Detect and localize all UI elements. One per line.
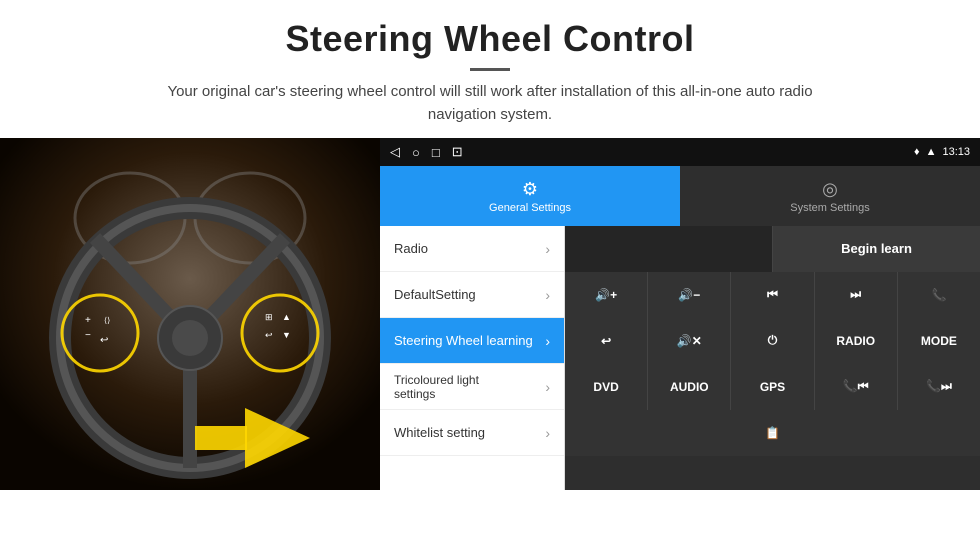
begin-learn-button[interactable]: Begin learn	[773, 226, 980, 272]
system-settings-icon: ◎	[822, 179, 838, 200]
extra-button[interactable]: 📋	[565, 410, 980, 456]
volume-up-button[interactable]: 🔊+	[565, 272, 648, 318]
svg-text:↩: ↩	[100, 335, 108, 346]
tab-system-label: System Settings	[790, 202, 869, 214]
mute-button[interactable]: 🔊✕	[648, 318, 731, 364]
tel-prev-icon: 📞⏮	[843, 379, 869, 394]
phone-icon: 📞	[931, 288, 946, 302]
next-track-icon: ⏭	[850, 287, 861, 302]
menu-item-radio[interactable]: Radio ›	[380, 226, 564, 272]
menu-default-label: DefaultSetting	[394, 287, 476, 302]
prev-track-button[interactable]: ⏮	[731, 272, 814, 318]
volume-down-icon: 🔊−	[678, 288, 700, 302]
svg-text:⟨⟩: ⟨⟩	[104, 316, 110, 325]
nav-extra[interactable]: ⊡	[452, 144, 463, 160]
control-panel: Begin learn 🔊+ 🔊− ⏮ ⏭	[565, 226, 980, 490]
header-section: Steering Wheel Control Your original car…	[0, 0, 980, 138]
prev-track-icon: ⏮	[767, 287, 778, 302]
signal-icon: ♦	[914, 146, 920, 158]
chevron-icon: ›	[545, 379, 550, 395]
svg-text:⊞: ⊞	[265, 312, 273, 322]
chevron-icon: ›	[545, 241, 550, 257]
power-button[interactable]: ⏻	[731, 318, 814, 364]
nav-back[interactable]: ◁	[390, 144, 400, 160]
control-row-1: Begin learn	[565, 226, 980, 272]
tel-prev-button[interactable]: 📞⏮	[815, 364, 898, 410]
tel-next-button[interactable]: 📞⏭	[898, 364, 980, 410]
clock: 13:13	[942, 146, 970, 158]
phone-button[interactable]: 📞	[898, 272, 980, 318]
power-icon: ⏻	[768, 333, 778, 348]
radio-button[interactable]: RADIO	[815, 318, 898, 364]
svg-text:▼: ▼	[282, 330, 291, 340]
empty-slot	[565, 226, 773, 272]
main-content: Radio › DefaultSetting › Steering Wheel …	[380, 226, 980, 490]
svg-text:−: −	[85, 330, 91, 341]
page-title: Steering Wheel Control	[40, 18, 940, 60]
tab-system[interactable]: ◎ System Settings	[680, 166, 980, 226]
android-panel: ◁ ○ □ ⊡ ♦ ▲ 13:13 ⚙ General Settings ◎ S…	[380, 138, 980, 490]
menu-steering-label: Steering Wheel learning	[394, 333, 533, 348]
mode-label: MODE	[921, 334, 957, 348]
radio-label: RADIO	[836, 334, 875, 348]
status-bar: ◁ ○ □ ⊡ ♦ ▲ 13:13	[380, 138, 980, 166]
general-settings-icon: ⚙	[522, 179, 538, 200]
menu-item-tricoloured[interactable]: Tricoloured lightsettings ›	[380, 364, 564, 410]
hangup-icon: ↩	[601, 334, 611, 348]
control-row-2: 🔊+ 🔊− ⏮ ⏭ 📞	[565, 272, 980, 318]
menu-radio-label: Radio	[394, 241, 428, 256]
control-row-4: DVD AUDIO GPS 📞⏮ 📞⏭	[565, 364, 980, 410]
menu-list: Radio › DefaultSetting › Steering Wheel …	[380, 226, 565, 490]
menu-item-steering[interactable]: Steering Wheel learning ›	[380, 318, 564, 364]
audio-button[interactable]: AUDIO	[648, 364, 731, 410]
dvd-label: DVD	[593, 380, 618, 394]
tab-general[interactable]: ⚙ General Settings	[380, 166, 680, 226]
volume-up-icon: 🔊+	[595, 288, 617, 302]
chevron-icon: ›	[545, 333, 550, 349]
svg-text:+: +	[85, 315, 91, 326]
dvd-button[interactable]: DVD	[565, 364, 648, 410]
svg-text:↩: ↩	[265, 330, 273, 340]
svg-text:▲: ▲	[282, 312, 291, 322]
extra-icon: 📋	[765, 426, 780, 440]
mode-button[interactable]: MODE	[898, 318, 980, 364]
nav-recent[interactable]: □	[432, 145, 440, 160]
audio-label: AUDIO	[670, 380, 709, 394]
wifi-icon: ▲	[926, 146, 937, 158]
hangup-button[interactable]: ↩	[565, 318, 648, 364]
next-track-button[interactable]: ⏭	[815, 272, 898, 318]
content-area: ⚠ + − ⟨⟩ ↩ ⊞	[0, 138, 980, 490]
subtitle-text: Your original car's steering wheel contr…	[150, 81, 830, 126]
tel-next-icon: 📞⏭	[926, 379, 952, 394]
nav-home[interactable]: ○	[412, 145, 420, 160]
menu-whitelist-label: Whitelist setting	[394, 425, 485, 440]
control-row-5: 📋	[565, 410, 980, 456]
control-row-3: ↩ 🔊✕ ⏻ RADIO MODE	[565, 318, 980, 364]
steering-wheel-image: ⚠ + − ⟨⟩ ↩ ⊞	[0, 138, 380, 490]
chevron-icon: ›	[545, 287, 550, 303]
chevron-icon: ›	[545, 425, 550, 441]
tab-general-label: General Settings	[489, 202, 571, 214]
tab-bar: ⚙ General Settings ◎ System Settings	[380, 166, 980, 226]
volume-down-button[interactable]: 🔊−	[648, 272, 731, 318]
title-divider	[470, 68, 510, 71]
menu-item-default[interactable]: DefaultSetting ›	[380, 272, 564, 318]
gps-label: GPS	[760, 380, 785, 394]
menu-tricoloured-label: Tricoloured lightsettings	[394, 373, 479, 401]
gps-button[interactable]: GPS	[731, 364, 814, 410]
menu-item-whitelist[interactable]: Whitelist setting ›	[380, 410, 564, 456]
mute-icon: 🔊✕	[677, 334, 702, 348]
